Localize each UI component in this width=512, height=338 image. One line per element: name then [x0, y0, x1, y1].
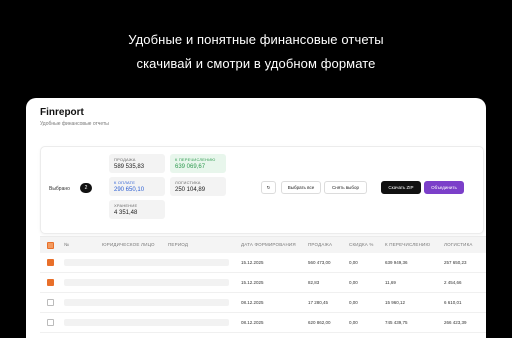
merge-button[interactable]: Объединить: [424, 181, 464, 194]
col-discount: СКИДКА %: [349, 242, 374, 247]
cell-discount: 0,00: [349, 280, 358, 285]
app-subtitle: Удобные финансовые отчеты: [40, 121, 109, 127]
col-created-date: ДАТА ФОРМИРОВАНИЯ: [241, 242, 296, 247]
download-zip-button[interactable]: Скачать ZIP: [381, 181, 421, 194]
stat-logistics-caption: ЛОГИСТИКА: [175, 180, 201, 185]
col-logistics: ЛОГИСТИКА: [444, 242, 473, 247]
select-all-checkbox[interactable]: [47, 242, 54, 249]
selected-count-badge: 2: [80, 183, 92, 193]
table-header: № ЮРИДИЧЕСКОЕ ЛИЦО ПЕРИОД ДАТА ФОРМИРОВА…: [40, 236, 486, 254]
cell-sales: 560 473,00: [308, 260, 331, 265]
stat-logistics: ЛОГИСТИКА 250 104,89: [170, 177, 226, 196]
app-logo-title: Finreport: [40, 107, 84, 118]
table-row[interactable]: 08.12.2025 17 280,45 0,00 15 960,12 6 61…: [40, 293, 486, 313]
promo-title-line-2: скачивай и смотри в удобном формате: [136, 56, 376, 71]
cell-sales: 620 862,00: [308, 320, 331, 325]
cell-logistics: 257 650,23: [444, 260, 467, 265]
col-legal-entity: ЮРИДИЧЕСКОЕ ЛИЦО: [102, 242, 155, 247]
cell-date: 08.12.2025: [241, 320, 264, 325]
redacted-row-info: [64, 299, 229, 306]
stat-to-pay-value: 290 650,10: [114, 187, 145, 193]
redacted-row-info: [64, 279, 229, 286]
stat-to-transfer-value: 639 069,67: [175, 164, 206, 170]
promo-title-line-1: Удобные и понятные финансовые отчеты: [128, 32, 384, 47]
cell-sales: 82,83: [308, 280, 320, 285]
stat-storage-caption: ХРАНЕНИЕ: [114, 203, 138, 208]
app-window: Finreport Удобные финансовые отчеты Выбр…: [26, 98, 486, 338]
table-row[interactable]: 15.12.2025 82,83 0,00 11,69 2 454,66: [40, 273, 486, 293]
col-number: №: [64, 242, 70, 247]
row-checkbox[interactable]: [47, 319, 54, 326]
cell-logistics: 266 423,39: [444, 320, 467, 325]
cell-to-transfer: 15 960,12: [385, 300, 406, 305]
stat-to-pay-caption: К ОПЛАТЕ: [114, 180, 136, 185]
selected-label: Выбрано: [49, 186, 70, 192]
stat-sales-caption: ПРОДАЖА: [114, 157, 136, 162]
refresh-icon: ↻: [266, 185, 271, 190]
redacted-row-info: [64, 319, 229, 326]
cell-to-transfer: 745 439,75: [385, 320, 408, 325]
cell-discount: 0,00: [349, 320, 358, 325]
refresh-button[interactable]: ↻: [261, 181, 276, 194]
redacted-row-info: [64, 259, 229, 266]
stat-to-transfer: К ПЕРЕЧИСЛЕНИЮ 639 069,67: [170, 154, 226, 173]
stat-logistics-value: 250 104,89: [175, 187, 206, 193]
selection-summary-card: Выбрано 2 ПРОДАЖА 589 535,83 К ПЕРЕЧИСЛЕ…: [40, 146, 484, 234]
col-to-transfer: К ПЕРЕЧИСЛЕНИЮ: [385, 242, 431, 247]
stat-sales-value: 589 535,83: [114, 164, 145, 170]
cell-date: 15.12.2025: [241, 280, 264, 285]
table-row[interactable]: 08.12.2025 620 862,00 0,00 745 439,75 26…: [40, 313, 486, 333]
col-period: ПЕРИОД: [168, 242, 189, 247]
row-checkbox[interactable]: [47, 279, 54, 286]
stat-to-transfer-caption: К ПЕРЕЧИСЛЕНИЮ: [175, 157, 216, 162]
cell-logistics: 6 610,01: [444, 300, 462, 305]
cell-sales: 17 280,45: [308, 300, 329, 305]
select-all-button[interactable]: Выбрать все: [281, 181, 321, 194]
clear-selection-button[interactable]: Снять выбор: [324, 181, 367, 194]
row-checkbox[interactable]: [47, 259, 54, 266]
stat-storage-value: 4 351,48: [114, 210, 138, 216]
cell-discount: 0,00: [349, 260, 358, 265]
cell-to-transfer: 11,69: [385, 280, 396, 285]
stat-storage: ХРАНЕНИЕ 4 351,48: [109, 200, 165, 219]
stat-to-pay: К ОПЛАТЕ 290 650,10: [109, 177, 165, 196]
cell-to-transfer: 639 949,36: [385, 260, 408, 265]
cell-date: 15.12.2025: [241, 260, 264, 265]
row-checkbox[interactable]: [47, 299, 54, 306]
stat-sales: ПРОДАЖА 589 535,83: [109, 154, 165, 173]
cell-logistics: 2 454,66: [444, 280, 462, 285]
cell-date: 08.12.2025: [241, 300, 264, 305]
cell-discount: 0,00: [349, 300, 358, 305]
table-row[interactable]: 15.12.2025 560 473,00 0,00 639 949,36 25…: [40, 253, 486, 273]
col-sales: ПРОДАЖА: [308, 242, 333, 247]
